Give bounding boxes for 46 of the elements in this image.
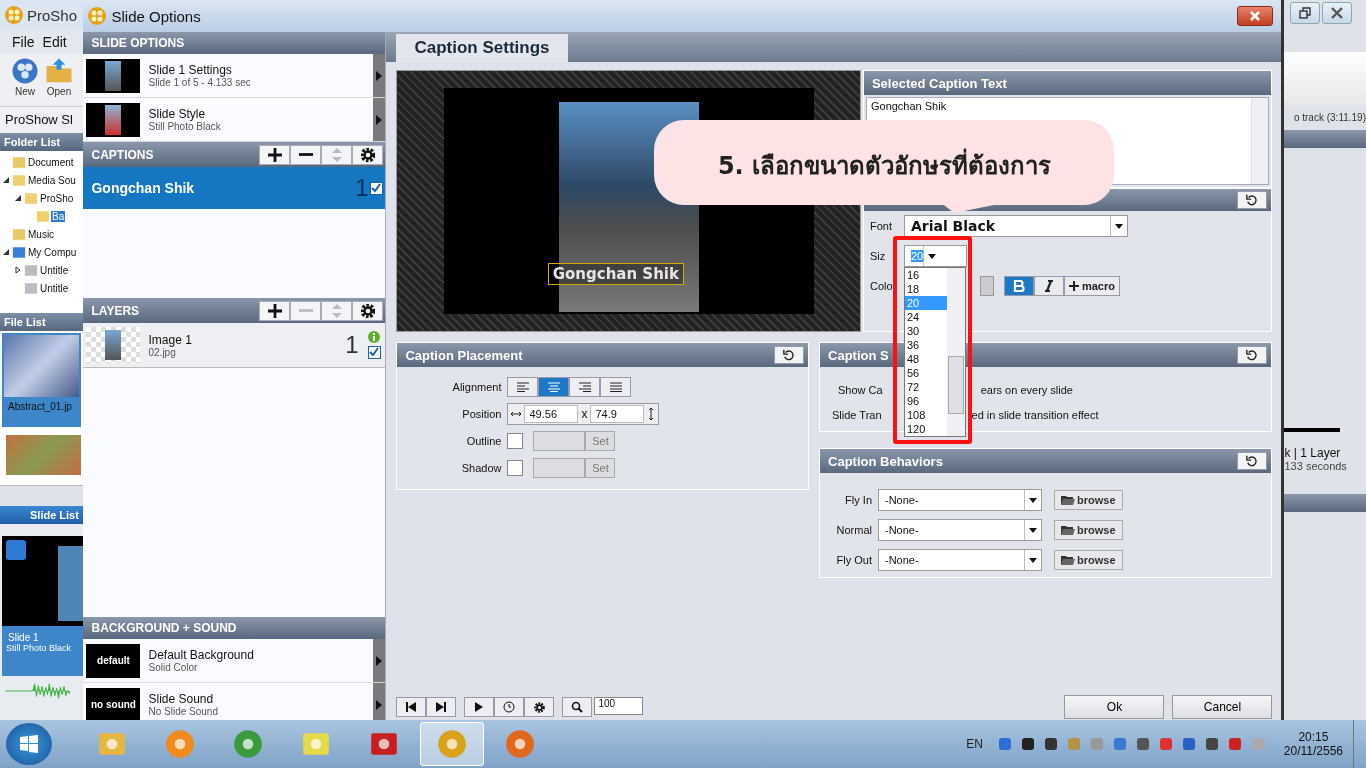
field-label: Shadow [460, 461, 502, 474]
project-title: ProShow Sl [0, 106, 84, 133]
item-title: Default Background [148, 648, 254, 662]
panel-title: Caption S [828, 347, 889, 363]
section-header: CAPTIONS [91, 147, 155, 162]
field-label: Normal [835, 524, 872, 536]
caption-number: 1 [355, 174, 369, 202]
separator-label: x [581, 406, 588, 421]
audio-track-label: o track (3:11.19) [1292, 111, 1366, 125]
section-header: SLIDE OPTIONS [83, 32, 386, 54]
field-label: Outline [465, 434, 502, 447]
layer-number: 1 [345, 331, 359, 359]
panel-header: Folder List [0, 133, 84, 151]
section-header: BACKGROUND + SOUND [83, 617, 386, 639]
app-title: ProSho [27, 6, 78, 24]
item-subtitle: 02.jpg [148, 346, 176, 358]
panel-header: File List [0, 313, 84, 331]
item-title: Slide 1 Settings [148, 63, 232, 77]
field-label: Colo [869, 280, 894, 292]
thumbnail-label: default [86, 643, 141, 678]
setting-label: Show Ca [838, 383, 883, 396]
field-label: Alignment [451, 380, 502, 393]
item-subtitle: Still Photo Black [148, 121, 221, 132]
slide-info-label: k | 1 Layer [1284, 446, 1342, 460]
item-subtitle: Solid Color [148, 662, 198, 673]
field-label: Font [869, 220, 893, 232]
setting-label: ed in slide transition effect [971, 408, 1099, 421]
item-title: Image 1 [148, 332, 192, 347]
item-subtitle: No Slide Sound [148, 706, 218, 717]
setting-label: Slide Tran [832, 408, 882, 421]
field-label: Position [461, 407, 502, 420]
item-title: Slide Sound [148, 692, 214, 706]
field-label: Siz [869, 250, 887, 262]
field-label: Fly Out [835, 554, 872, 566]
thumbnail-label: no sound [86, 687, 141, 720]
panel-title: Caption Behaviors [828, 453, 943, 469]
caption-name: Gongchan Shik [91, 180, 196, 196]
duration-label: 133 seconds [1284, 460, 1348, 472]
section-header: LAYERS [91, 303, 141, 318]
panel-header: Selected Caption Text [863, 71, 1272, 95]
setting-label: ears on every slide [980, 383, 1073, 396]
window-title: Slide Options [111, 7, 202, 25]
panel-title: Caption Placement [405, 347, 523, 363]
item-title: Slide Style [148, 107, 206, 121]
field-label: Fly In [844, 494, 872, 506]
item-subtitle: Slide 1 of 5 - 4.133 sec [148, 77, 251, 88]
